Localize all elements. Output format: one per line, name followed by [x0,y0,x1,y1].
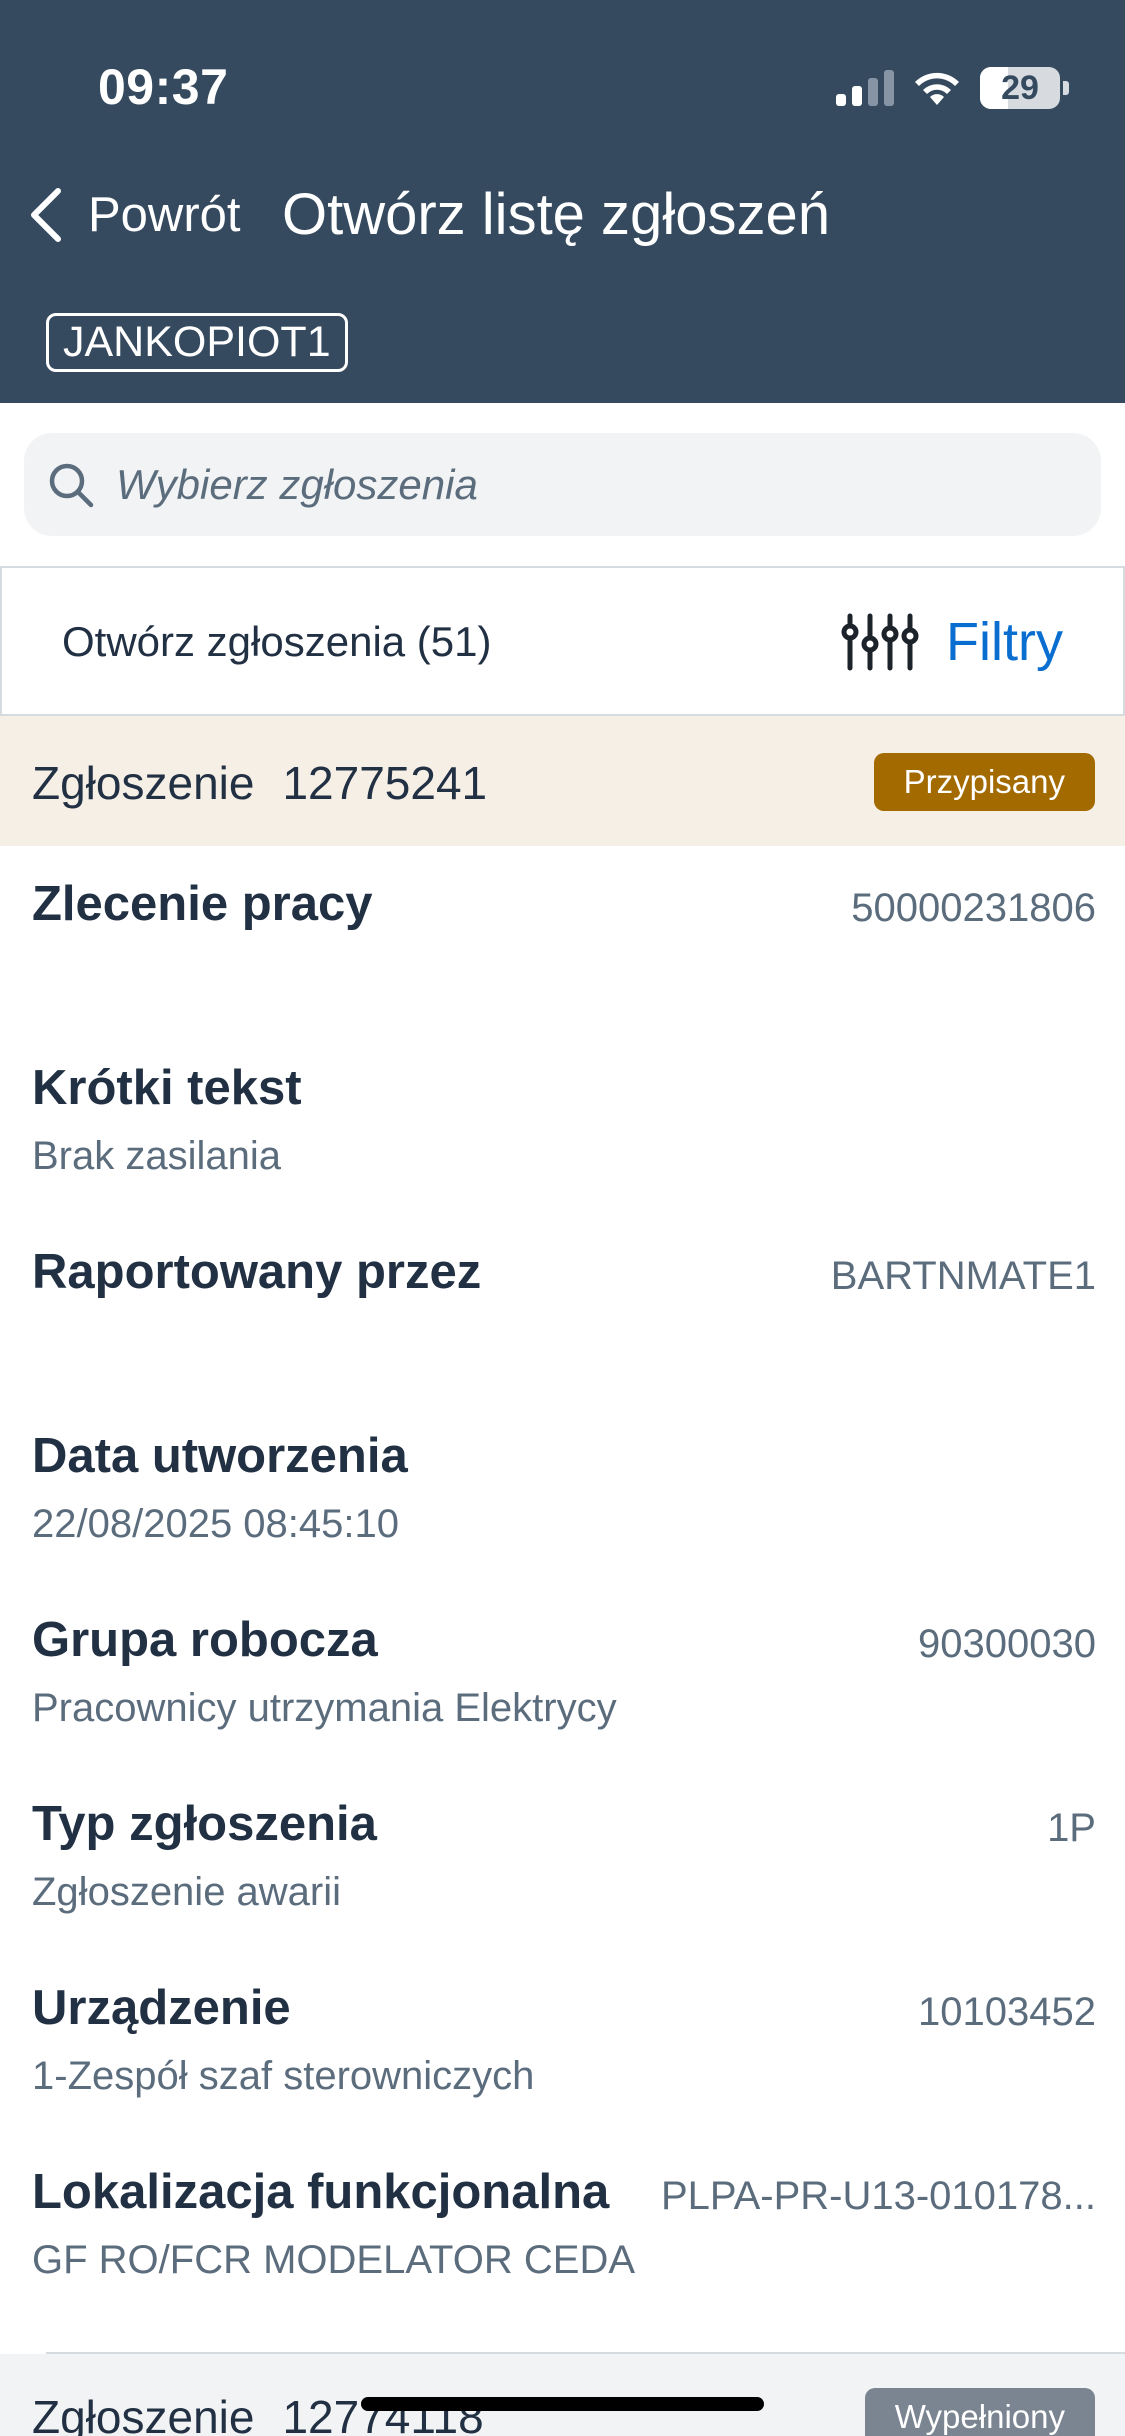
chevron-left-icon [31,188,61,242]
open-notifications-count: Otwórz zgłoszenia (51) [62,618,492,665]
field-label: Typ zgłoszenia [32,1797,377,1851]
field-value: 90300030 [918,1622,1096,1666]
field-value: 50000231806 [851,886,1096,930]
field-subvalue: Brak zasilania [32,1134,282,1178]
field-label: Raportowany przez [32,1245,482,1299]
cellular-signal-icon [836,70,894,106]
page-title: Otwórz listę zgłoszeń [282,182,830,247]
field-value: 10103452 [918,1990,1096,2034]
field-subvalue: 1-Zespół szaf sterowniczych [32,2054,535,2098]
battery-level: 29 [1001,68,1039,107]
filter-button[interactable]: Filtry [840,606,1063,678]
notification-number: 12775241 [282,757,488,809]
search-icon [49,463,94,507]
user-chip: JANKOPIOT1 [46,313,348,372]
status-time: 09:37 [98,59,229,115]
field-label: Zlecenie pracy [32,877,373,931]
sliders-icon [841,613,919,671]
back-label: Powrót [88,188,241,242]
field-label: Krótki tekst [32,1061,302,1115]
app-header: 09:37 29 Powrót Otwórz listę zgłoszeń JA… [0,0,1125,403]
status-badge: Wypełniony [864,2388,1095,2436]
field-label: Data utworzenia [32,1429,408,1483]
search-input[interactable] [116,460,1066,509]
field-label: Lokalizacja funkcjonalna [32,2165,610,2219]
filter-label: Filtry [946,612,1063,672]
search-bar[interactable] [24,433,1101,536]
field-value: 1P [1047,1806,1096,1850]
notification-label: Zgłoszenie [32,757,255,809]
status-icons: 29 [836,66,1069,110]
wifi-icon [915,72,959,105]
field-value: PLPA-PR-U13-010178... [660,2174,1096,2218]
notification-title: Zgłoszenie 12775241 [32,756,487,810]
notification-label: Zgłoszenie [32,2391,255,2436]
notification-header[interactable]: Zgłoszenie 12775241 Przypisany [0,716,1125,846]
field-subvalue: Pracownicy utrzymania Elektrycy [32,1686,617,1730]
field-subvalue: GF RO/FCR MODELATOR CEDA [32,2238,636,2282]
field-subvalue: 22/08/2025 08:45:10 [32,1502,400,1546]
notification-header[interactable]: Zgłoszenie 12774118 Wypełniony [0,2354,1125,2436]
field-label: Urządzenie [32,1981,291,2035]
back-button[interactable]: Powrót [24,180,241,250]
field-label: Grupa robocza [32,1613,378,1667]
filter-bar: Otwórz zgłoszenia (51) Filtry [0,566,1125,716]
battery-icon: 29 [980,67,1060,109]
field-value: BARTNMATE1 [830,1254,1096,1298]
field-subvalue: Zgłoszenie awarii [32,1870,342,1914]
status-badge: Przypisany [873,753,1095,811]
home-indicator[interactable] [361,2397,764,2411]
